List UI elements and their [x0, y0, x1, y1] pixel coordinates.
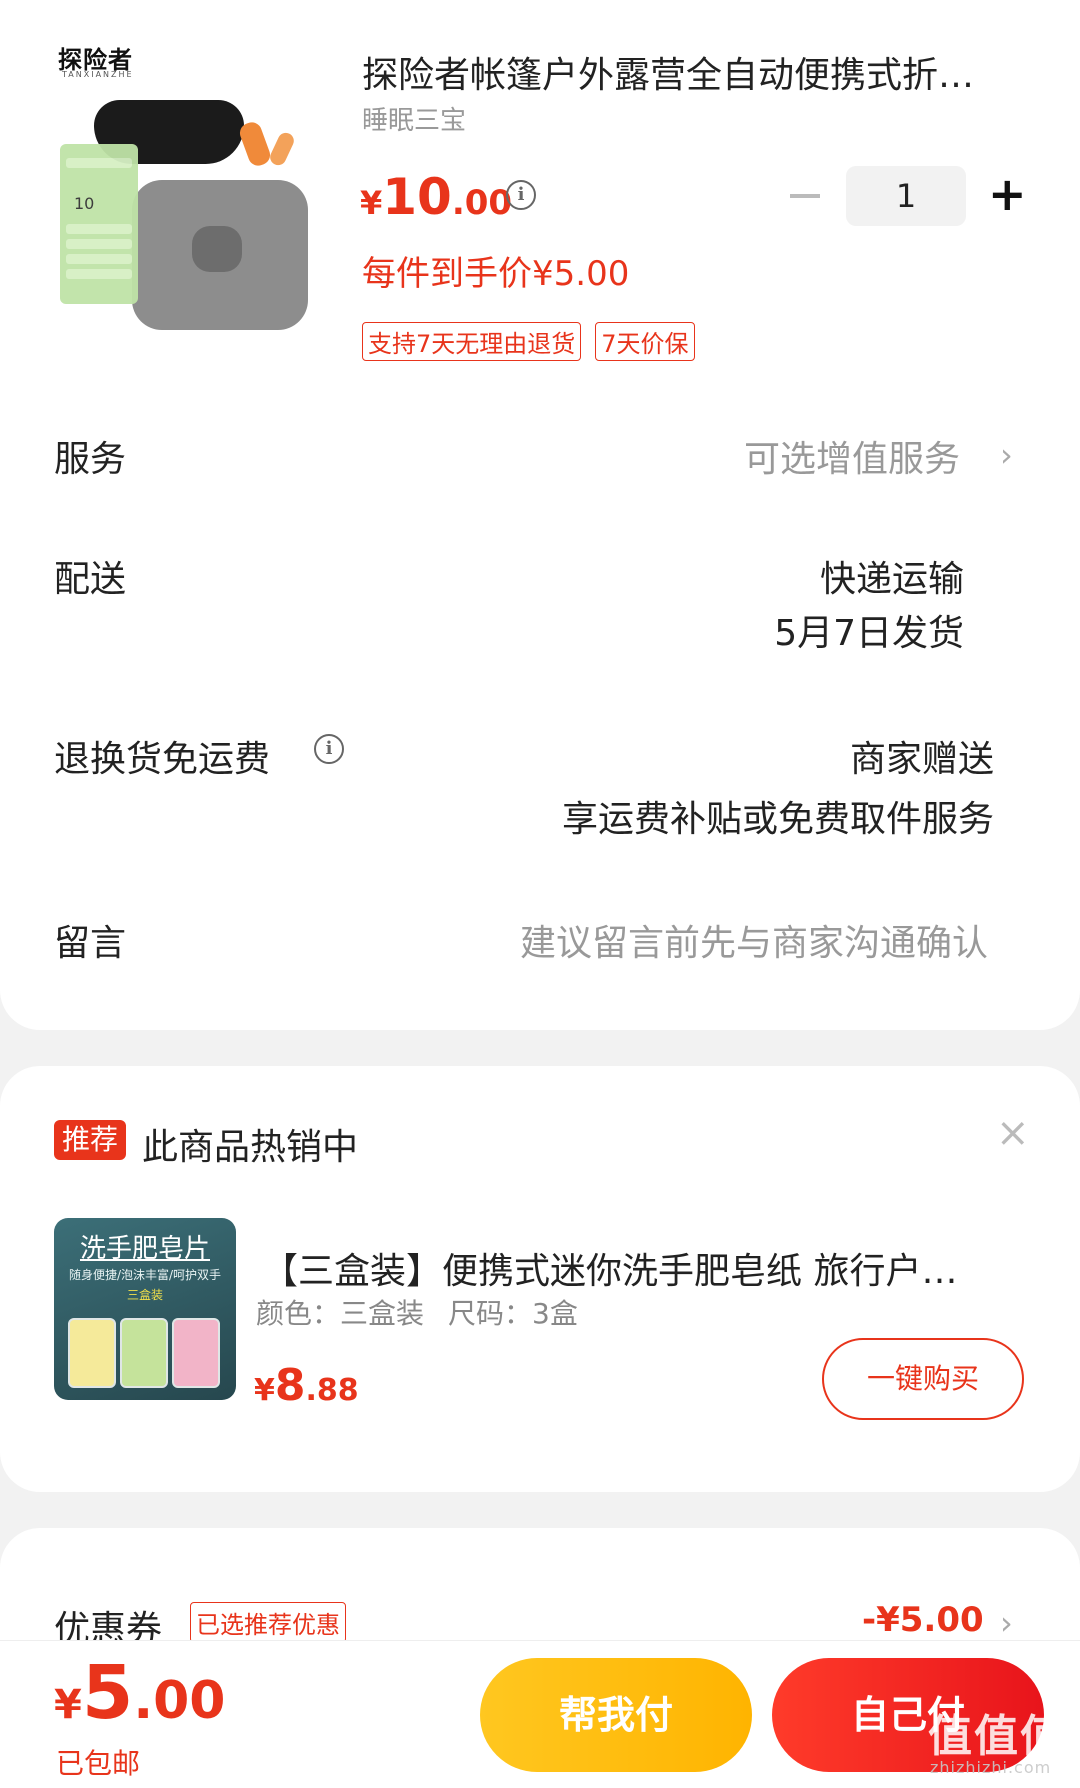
message-input[interactable]: 建议留言前先与商家沟通确认	[520, 914, 988, 966]
soap-box-graphic	[172, 1318, 220, 1388]
tag-price-protection: 7天价保	[595, 322, 695, 361]
price-currency: ¥	[254, 1373, 275, 1408]
coupon-amount[interactable]: -¥5.00	[862, 1600, 984, 1640]
soap-box-graphic	[120, 1318, 168, 1388]
close-icon[interactable]: ×	[996, 1110, 1030, 1156]
service-label: 服务	[54, 439, 127, 480]
price-decimal: .00	[133, 1671, 226, 1731]
return-shipping-label: 退换货免运费	[54, 739, 271, 780]
earplug-graphic	[267, 130, 297, 168]
product-price: ¥10.00	[360, 168, 512, 226]
quantity-decrease-button[interactable]	[790, 194, 820, 198]
recommend-image-line2: 三盒装	[126, 1288, 163, 1302]
one-click-buy-button[interactable]: 一键购买	[822, 1338, 1024, 1420]
return-shipping-detail: 享运费补贴或免费取件服务	[561, 799, 994, 840]
delivery-date: 5月7日发货	[774, 613, 964, 654]
spec-color: 颜色：三盒装	[256, 1297, 425, 1330]
service-value[interactable]: 可选增值服务	[744, 430, 960, 482]
return-shipping-value: 商家赠送	[849, 739, 994, 780]
watermark-url: zhizhizhi.com	[930, 1758, 1052, 1777]
chevron-right-icon[interactable]: ›	[1000, 436, 1013, 474]
recommend-title: 此商品热销中	[142, 1127, 359, 1168]
recommend-image-line1: 随身便捷/泡沫丰富/呵护双手	[68, 1268, 222, 1282]
coupon-line	[66, 254, 132, 264]
product-title[interactable]: 探险者帐篷户外露营全自动便携式折…	[362, 46, 1022, 98]
service-tags: 支持7天无理由退货 7天价保	[362, 322, 695, 361]
recommend-product-spec: 颜色：三盒装 尺码：3盒	[256, 1292, 602, 1332]
quantity-increase-button[interactable]: +	[988, 164, 1027, 224]
coupon-line	[66, 269, 132, 279]
price-currency: ¥	[360, 184, 383, 222]
coupon-card-graphic: 10	[60, 144, 138, 304]
pillow-graphic	[132, 180, 308, 330]
coupon-line	[66, 239, 132, 249]
price-integer: 5	[81, 1650, 134, 1736]
price-integer: 8	[274, 1360, 306, 1411]
recommend-product-image[interactable]: 洗手肥皂片 随身便捷/泡沫丰富/呵护双手 三盒装	[54, 1218, 236, 1400]
per-item-price: 每件到手价¥5.00	[362, 254, 630, 294]
coupon-line	[66, 224, 132, 234]
coupon-selected-tag: 已选推荐优惠	[190, 1602, 346, 1643]
brand-logo-sub: TANXIANZHE	[62, 70, 134, 79]
chevron-right-icon[interactable]: ›	[1000, 1604, 1013, 1642]
price-currency: ¥	[54, 1682, 82, 1728]
earplug-graphic	[237, 119, 273, 169]
product-image[interactable]: 探险者 TANXIANZHE 10	[52, 40, 308, 330]
price-decimal: .00	[451, 183, 513, 223]
message-label: 留言	[54, 923, 127, 964]
free-shipping-label: 已包邮	[56, 1747, 141, 1780]
quantity-input[interactable]: 1	[846, 166, 966, 226]
coupon-line	[66, 158, 132, 168]
price-decimal: .88	[305, 1373, 359, 1408]
recommend-badge: 推荐	[54, 1120, 126, 1160]
recommend-price: ¥8.88	[254, 1360, 359, 1411]
pillow-hole	[192, 226, 242, 272]
soap-box-graphic	[68, 1318, 116, 1388]
watermark: 值值值	[928, 1711, 1066, 1762]
help-me-pay-button[interactable]: 帮我付	[480, 1658, 752, 1772]
tag-return-policy: 支持7天无理由退货	[362, 322, 582, 361]
return-info-icon[interactable]: i	[314, 734, 344, 764]
delivery-label: 配送	[54, 559, 127, 600]
recommend-image-title: 洗手肥皂片	[79, 1234, 210, 1264]
coupon-card-value: 10	[74, 194, 95, 213]
product-variant[interactable]: 睡眠三宝	[362, 100, 466, 137]
price-integer: 10	[382, 168, 452, 226]
total-price: ¥5.00	[54, 1650, 225, 1736]
price-info-icon[interactable]: i	[506, 180, 536, 210]
delivery-method: 快递运输	[819, 559, 964, 600]
spec-size: 尺码：3盒	[448, 1297, 578, 1330]
recommend-product-title[interactable]: 【三盒装】便携式迷你洗手肥皂纸 旅行户…	[262, 1242, 1022, 1294]
